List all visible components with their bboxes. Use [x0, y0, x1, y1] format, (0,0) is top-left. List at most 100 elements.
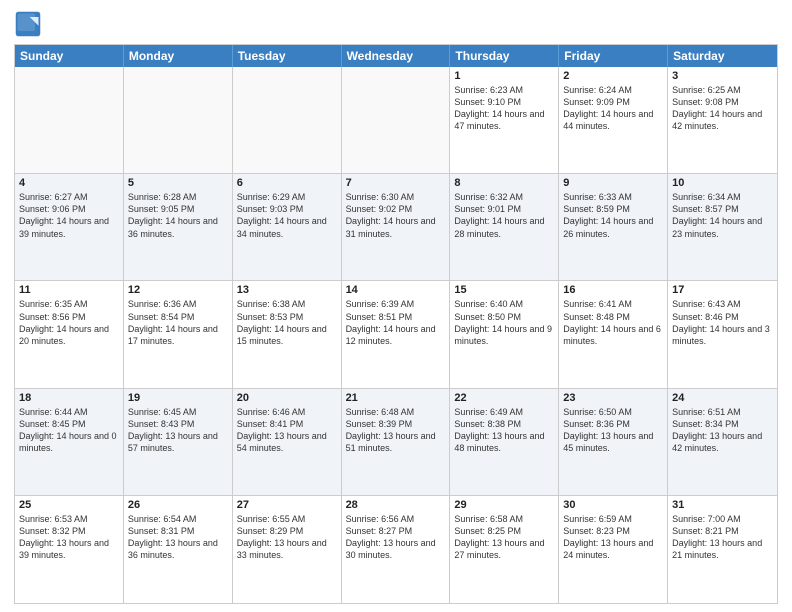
day-number: 11	[19, 284, 119, 296]
weekday-header-wednesday: Wednesday	[342, 45, 451, 67]
day-cell-9: 9 Sunrise: 6:33 AM Sunset: 8:59 PM Daylig…	[559, 174, 668, 280]
cell-info: Sunrise: 6:45 AM Sunset: 8:43 PM Dayligh…	[128, 406, 228, 455]
cell-info: Sunrise: 6:58 AM Sunset: 8:25 PM Dayligh…	[454, 513, 554, 562]
header	[14, 10, 778, 38]
day-number: 10	[672, 177, 773, 189]
day-cell-23: 23Sunrise: 6:50 AM Sunset: 8:36 PM Dayli…	[559, 389, 668, 495]
day-number: 27	[237, 499, 337, 511]
week-row-5: 25 Sunrise: 6:53 AM Sunset: 8:32 PM Dayli…	[15, 496, 777, 603]
day-number: 5	[128, 177, 228, 189]
day-cell-1: 1 Sunrise: 6:23 AM Sunset: 9:10 PM Daylig…	[450, 67, 559, 173]
logo-icon	[14, 10, 42, 38]
day-number: 31	[672, 499, 773, 511]
day-number: 18	[19, 392, 119, 404]
cell-info: Sunrise: 6:24 AM Sunset: 9:09 PM Dayligh…	[563, 84, 663, 133]
day-cell-31: 31 Sunrise: 7:00 AM Sunset: 8:21 PM Dayli…	[668, 496, 777, 603]
day-number: 24	[672, 392, 773, 404]
day-cell-27: 27 Sunrise: 6:55 AM Sunset: 8:29 PM Dayli…	[233, 496, 342, 603]
week-row-3: 11 Sunrise: 6:35 AM Sunset: 8:56 PM Dayli…	[15, 281, 777, 388]
cell-info: Sunrise: 6:55 AM Sunset: 8:29 PM Dayligh…	[237, 513, 337, 562]
day-number: 16	[563, 284, 663, 296]
cell-info: Sunrise: 6:33 AM Sunset: 8:59 PM Dayligh…	[563, 191, 663, 240]
day-number: 14	[346, 284, 446, 296]
cell-info: Sunrise: 6:28 AM Sunset: 9:05 PM Dayligh…	[128, 191, 228, 240]
cell-info: Sunrise: 7:00 AM Sunset: 8:21 PM Dayligh…	[672, 513, 773, 562]
day-cell-12: 12 Sunrise: 6:36 AM Sunset: 8:54 PM Dayli…	[124, 281, 233, 387]
empty-cell	[233, 67, 342, 173]
day-cell-10: 10 Sunrise: 6:34 AM Sunset: 8:57 PM Dayli…	[668, 174, 777, 280]
day-number: 26	[128, 499, 228, 511]
cell-info: Sunrise: 6:27 AM Sunset: 9:06 PM Dayligh…	[19, 191, 119, 240]
day-number: 9	[563, 177, 663, 189]
day-number: 4	[19, 177, 119, 189]
weekday-header-thursday: Thursday	[450, 45, 559, 67]
calendar: SundayMondayTuesdayWednesdayThursdayFrid…	[14, 44, 778, 604]
day-number: 12	[128, 284, 228, 296]
day-cell-7: 7Sunrise: 6:30 AM Sunset: 9:02 PM Daylig…	[342, 174, 451, 280]
day-cell-13: 13 Sunrise: 6:38 AM Sunset: 8:53 PM Dayli…	[233, 281, 342, 387]
cell-info: Sunrise: 6:39 AM Sunset: 8:51 PM Dayligh…	[346, 298, 446, 347]
day-number: 20	[237, 392, 337, 404]
cell-info: Sunrise: 6:53 AM Sunset: 8:32 PM Dayligh…	[19, 513, 119, 562]
day-cell-11: 11 Sunrise: 6:35 AM Sunset: 8:56 PM Dayli…	[15, 281, 124, 387]
cell-info: Sunrise: 6:44 AM Sunset: 8:45 PM Dayligh…	[19, 406, 119, 455]
day-cell-4: 4 Sunrise: 6:27 AM Sunset: 9:06 PM Daylig…	[15, 174, 124, 280]
week-row-1: 1 Sunrise: 6:23 AM Sunset: 9:10 PM Daylig…	[15, 67, 777, 174]
day-number: 1	[454, 70, 554, 82]
day-number: 13	[237, 284, 337, 296]
cell-info: Sunrise: 6:54 AM Sunset: 8:31 PM Dayligh…	[128, 513, 228, 562]
cell-info: Sunrise: 6:35 AM Sunset: 8:56 PM Dayligh…	[19, 298, 119, 347]
day-cell-26: 26 Sunrise: 6:54 AM Sunset: 8:31 PM Dayli…	[124, 496, 233, 603]
day-number: 3	[672, 70, 773, 82]
cell-info: Sunrise: 6:34 AM Sunset: 8:57 PM Dayligh…	[672, 191, 773, 240]
cell-info: Sunrise: 6:25 AM Sunset: 9:08 PM Dayligh…	[672, 84, 773, 133]
day-cell-20: 20 Sunrise: 6:46 AM Sunset: 8:41 PM Dayli…	[233, 389, 342, 495]
day-cell-25: 25 Sunrise: 6:53 AM Sunset: 8:32 PM Dayli…	[15, 496, 124, 603]
day-cell-24: 24 Sunrise: 6:51 AM Sunset: 8:34 PM Dayli…	[668, 389, 777, 495]
day-number: 29	[454, 499, 554, 511]
weekday-header-tuesday: Tuesday	[233, 45, 342, 67]
cell-info: Sunrise: 6:48 AM Sunset: 8:39 PM Dayligh…	[346, 406, 446, 455]
day-number: 19	[128, 392, 228, 404]
day-cell-19: 19 Sunrise: 6:45 AM Sunset: 8:43 PM Dayli…	[124, 389, 233, 495]
weekday-header-saturday: Saturday	[668, 45, 777, 67]
day-cell-17: 17Sunrise: 6:43 AM Sunset: 8:46 PM Dayli…	[668, 281, 777, 387]
weekday-header-sunday: Sunday	[15, 45, 124, 67]
cell-info: Sunrise: 6:38 AM Sunset: 8:53 PM Dayligh…	[237, 298, 337, 347]
weekday-header-friday: Friday	[559, 45, 668, 67]
logo	[14, 10, 44, 38]
day-cell-6: 6Sunrise: 6:29 AM Sunset: 9:03 PM Daylig…	[233, 174, 342, 280]
day-cell-18: 18 Sunrise: 6:44 AM Sunset: 8:45 PM Dayli…	[15, 389, 124, 495]
day-cell-15: 15Sunrise: 6:40 AM Sunset: 8:50 PM Dayli…	[450, 281, 559, 387]
day-number: 28	[346, 499, 446, 511]
day-cell-3: 3 Sunrise: 6:25 AM Sunset: 9:08 PM Daylig…	[668, 67, 777, 173]
cell-info: Sunrise: 6:29 AM Sunset: 9:03 PM Dayligh…	[237, 191, 337, 240]
cell-info: Sunrise: 6:43 AM Sunset: 8:46 PM Dayligh…	[672, 298, 773, 347]
day-cell-21: 21Sunrise: 6:48 AM Sunset: 8:39 PM Dayli…	[342, 389, 451, 495]
day-number: 8	[454, 177, 554, 189]
day-number: 22	[454, 392, 554, 404]
cell-info: Sunrise: 6:36 AM Sunset: 8:54 PM Dayligh…	[128, 298, 228, 347]
calendar-body: 1 Sunrise: 6:23 AM Sunset: 9:10 PM Daylig…	[15, 67, 777, 603]
cell-info: Sunrise: 6:56 AM Sunset: 8:27 PM Dayligh…	[346, 513, 446, 562]
cell-info: Sunrise: 6:30 AM Sunset: 9:02 PM Dayligh…	[346, 191, 446, 240]
cell-info: Sunrise: 6:41 AM Sunset: 8:48 PM Dayligh…	[563, 298, 663, 347]
calendar-header: SundayMondayTuesdayWednesdayThursdayFrid…	[15, 45, 777, 67]
day-cell-2: 2 Sunrise: 6:24 AM Sunset: 9:09 PM Daylig…	[559, 67, 668, 173]
cell-info: Sunrise: 6:50 AM Sunset: 8:36 PM Dayligh…	[563, 406, 663, 455]
day-cell-22: 22 Sunrise: 6:49 AM Sunset: 8:38 PM Dayli…	[450, 389, 559, 495]
day-number: 25	[19, 499, 119, 511]
day-number: 15	[454, 284, 554, 296]
day-number: 30	[563, 499, 663, 511]
weekday-header-monday: Monday	[124, 45, 233, 67]
cell-info: Sunrise: 6:49 AM Sunset: 8:38 PM Dayligh…	[454, 406, 554, 455]
week-row-4: 18 Sunrise: 6:44 AM Sunset: 8:45 PM Dayli…	[15, 389, 777, 496]
cell-info: Sunrise: 6:46 AM Sunset: 8:41 PM Dayligh…	[237, 406, 337, 455]
day-cell-5: 5 Sunrise: 6:28 AM Sunset: 9:05 PM Daylig…	[124, 174, 233, 280]
cell-info: Sunrise: 6:51 AM Sunset: 8:34 PM Dayligh…	[672, 406, 773, 455]
day-number: 2	[563, 70, 663, 82]
cell-info: Sunrise: 6:32 AM Sunset: 9:01 PM Dayligh…	[454, 191, 554, 240]
day-cell-30: 30 Sunrise: 6:59 AM Sunset: 8:23 PM Dayli…	[559, 496, 668, 603]
cell-info: Sunrise: 6:59 AM Sunset: 8:23 PM Dayligh…	[563, 513, 663, 562]
cell-info: Sunrise: 6:23 AM Sunset: 9:10 PM Dayligh…	[454, 84, 554, 133]
